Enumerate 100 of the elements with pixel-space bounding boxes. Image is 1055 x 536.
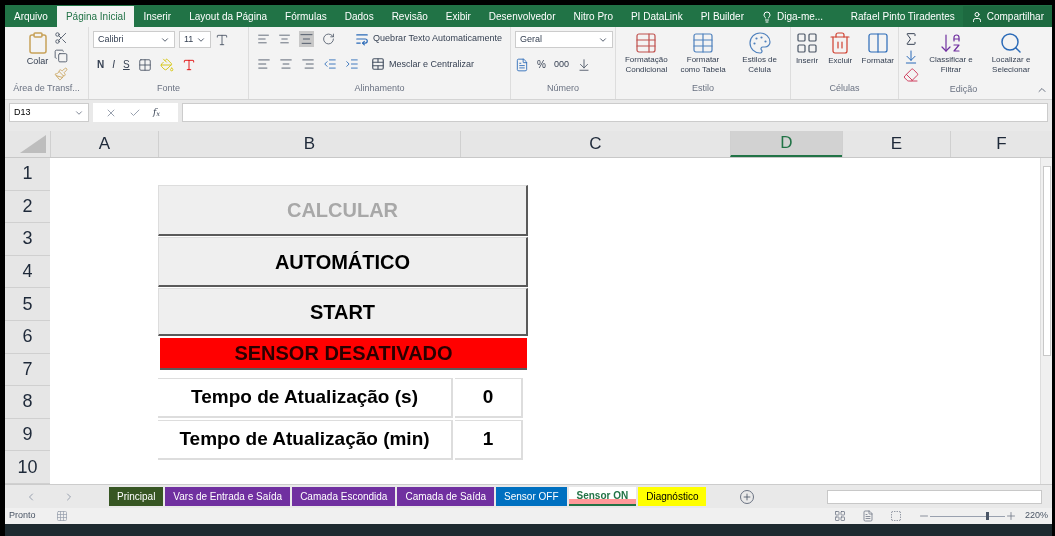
- eraser-icon[interactable]: [903, 67, 919, 83]
- font-style-button[interactable]: S: [123, 57, 130, 73]
- share-button[interactable]: Compartilhar: [962, 6, 1052, 27]
- search-icon: [999, 31, 1023, 55]
- percent-button[interactable]: %: [537, 57, 546, 73]
- style-button[interactable]: Formatação Condicional: [620, 31, 673, 75]
- fill-icon[interactable]: [903, 49, 919, 65]
- font-size-field[interactable]: 11: [179, 31, 211, 48]
- style-button[interactable]: Estilos de Célula: [733, 31, 786, 75]
- wrap-text-button[interactable]: Quebrar Texto Automaticamente: [355, 32, 502, 46]
- align-left-icon[interactable]: [257, 57, 271, 72]
- brush-icon[interactable]: [53, 67, 68, 81]
- zoom-slider-thumb[interactable]: [986, 512, 990, 520]
- column-header[interactable]: D: [730, 131, 842, 157]
- currency-icon[interactable]: [515, 57, 529, 72]
- field-label: Tempo de Atualização (s): [158, 378, 453, 418]
- font-color-icon[interactable]: [181, 57, 196, 72]
- sheet-tab[interactable]: Sensor OFF: [496, 487, 567, 506]
- align-top-icon[interactable]: [257, 32, 271, 46]
- columns-icon: [865, 31, 890, 55]
- font-style-button[interactable]: N: [97, 57, 105, 73]
- ribbon-tab[interactable]: Desenvolvedor: [479, 6, 565, 27]
- font-name-field[interactable]: Calibri: [93, 31, 175, 48]
- row-header[interactable]: 3: [5, 223, 50, 256]
- page-layout-icon[interactable]: [861, 510, 874, 522]
- font-style-button[interactable]: I: [112, 57, 115, 73]
- number-format-field[interactable]: Geral: [515, 31, 613, 48]
- align-right-icon[interactable]: [301, 57, 315, 72]
- edit-button[interactable]: Localizar e Selecionar: [983, 31, 1039, 75]
- row-header[interactable]: 2: [5, 190, 50, 224]
- ribbon-tab[interactable]: Página Inicial: [56, 6, 135, 27]
- macro-record-icon[interactable]: [55, 510, 68, 522]
- group-label: Fonte: [157, 81, 180, 95]
- outdent-icon[interactable]: [323, 57, 337, 72]
- cells-button[interactable]: Formatar: [861, 31, 894, 67]
- sheet-tab[interactable]: Sensor ON: [568, 487, 637, 506]
- cut-icon[interactable]: [53, 31, 68, 45]
- ribbon-tab[interactable]: Layout da Página: [180, 6, 277, 27]
- copy-icon[interactable]: [53, 49, 68, 63]
- vertical-scrollbar[interactable]: [1040, 158, 1052, 484]
- align-center-icon[interactable]: [279, 57, 293, 72]
- row-header[interactable]: 8: [5, 386, 50, 419]
- palette-icon: [747, 31, 772, 55]
- ribbon-tab[interactable]: PI Builder: [691, 6, 753, 27]
- sheet-tab[interactable]: Vars de Entrada e Saída: [165, 487, 291, 506]
- group-label: Estilo: [692, 81, 714, 95]
- page-break-icon[interactable]: [889, 510, 902, 522]
- ribbon-tab[interactable]: Nitro Pro: [564, 6, 622, 27]
- insert-function-button[interactable]: f$_{x}$: [153, 105, 161, 120]
- grow-font-icon[interactable]: [215, 33, 229, 47]
- sum-icon[interactable]: [903, 31, 919, 47]
- indent-icon[interactable]: [345, 57, 359, 72]
- ribbon-tab[interactable]: Exibir: [436, 6, 480, 27]
- sheet-tab[interactable]: Camada Escondida: [292, 487, 396, 506]
- paste-button[interactable]: Colar: [25, 31, 50, 69]
- macro-button[interactable]: AUTOMÁTICO: [158, 237, 528, 287]
- lightbulb-icon: [761, 10, 773, 23]
- column-header[interactable]: F: [950, 131, 1052, 157]
- border-icon[interactable]: [137, 57, 152, 72]
- macro-button[interactable]: START: [158, 288, 528, 336]
- thousands-button[interactable]: 000: [553, 58, 569, 72]
- name-box[interactable]: D13: [9, 103, 89, 122]
- wrap-text-icon: [355, 32, 370, 46]
- formula-field[interactable]: [182, 103, 1048, 122]
- zoom-in-icon[interactable]: [1004, 510, 1017, 522]
- merge-center-button[interactable]: Mesclar e Centralizar: [371, 57, 475, 72]
- column-header[interactable]: A: [50, 131, 158, 157]
- row-header[interactable]: 7: [5, 353, 50, 387]
- ribbon-tab[interactable]: Revisão: [382, 6, 437, 27]
- row-header[interactable]: 1: [5, 158, 50, 191]
- row-header[interactable]: 4: [5, 255, 50, 289]
- user-name: Rafael Pinto Tiradentes: [849, 10, 956, 24]
- column-header[interactable]: E: [842, 131, 950, 157]
- row-header[interactable]: 5: [5, 288, 50, 321]
- sheet-tab[interactable]: Principal: [109, 487, 164, 506]
- row-header[interactable]: 9: [5, 418, 50, 452]
- row-header[interactable]: 6: [5, 320, 50, 354]
- normal-view-icon[interactable]: [833, 510, 846, 522]
- value-field[interactable]: 1: [455, 420, 523, 460]
- fill-color-icon[interactable]: [159, 57, 174, 72]
- value-field[interactable]: 0: [455, 378, 523, 418]
- edit-button[interactable]: Classificar e Filtrar: [923, 31, 979, 75]
- cells-button[interactable]: Excluir: [828, 31, 853, 67]
- ribbon-tab[interactable]: Inserir: [134, 6, 181, 27]
- decimal-icon[interactable]: [576, 57, 591, 72]
- horizontal-scrollbar[interactable]: [827, 489, 1042, 504]
- row-header[interactable]: 10: [5, 451, 50, 484]
- align-bottom-icon[interactable]: [299, 31, 315, 47]
- ribbon-tab[interactable]: Arquivo: [5, 6, 57, 27]
- style-button[interactable]: Formatar como Tabela: [676, 31, 730, 75]
- align-middle-icon[interactable]: [278, 32, 292, 46]
- sheet-tab[interactable]: Camada de Saída: [397, 487, 495, 506]
- ribbon-tab[interactable]: Fórmulas: [276, 6, 336, 27]
- orientation-icon[interactable]: [322, 32, 336, 46]
- ribbon-tab[interactable]: PI DataLink: [621, 6, 692, 27]
- tell-me-field[interactable]: Diga-me...: [753, 6, 832, 27]
- sheet-tab[interactable]: Diagnóstico: [638, 487, 707, 506]
- ribbon-tab[interactable]: Dados: [335, 6, 383, 27]
- cells-button[interactable]: Inserir: [795, 31, 819, 67]
- column-header[interactable]: B: [158, 131, 460, 157]
